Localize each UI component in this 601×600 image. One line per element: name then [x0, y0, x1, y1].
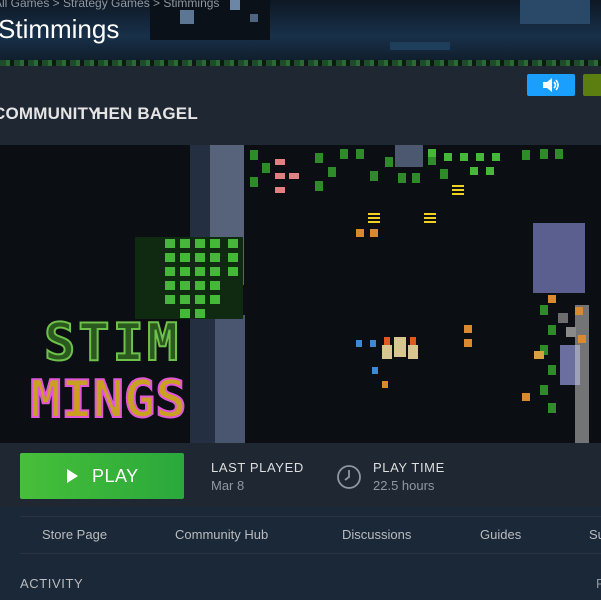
- play-time-label: PLAY TIME: [373, 460, 445, 475]
- clock-icon: [337, 465, 361, 489]
- game-title: Stimmings: [0, 14, 120, 44]
- play-button[interactable]: PLAY: [20, 453, 184, 499]
- activity-heading: ACTIVITY: [20, 576, 84, 591]
- breadcrumb[interactable]: All Games > Strategy Games > Stimmings: [0, 0, 219, 10]
- play-icon: [67, 469, 78, 483]
- svg-text:MINGS: MINGS: [30, 370, 187, 430]
- nav-hen-bagel[interactable]: HEN BAGEL: [96, 104, 198, 124]
- game-logo: STIM MINGS: [29, 312, 188, 431]
- last-played-label: LAST PLAYED: [211, 460, 304, 475]
- game-hero-image: STIM MINGS: [0, 145, 601, 443]
- subnav-guides[interactable]: Guides: [480, 527, 521, 542]
- subnav-store-page[interactable]: Store Page: [42, 527, 107, 542]
- speaker-icon: [543, 78, 559, 92]
- play-button-label: PLAY: [92, 465, 139, 486]
- nav-community[interactable]: COMMUNITY: [0, 104, 100, 124]
- last-played-value: Mar 8: [211, 478, 245, 493]
- svg-text:STIM: STIM: [44, 313, 181, 373]
- activity-right-heading: F: [596, 576, 601, 591]
- subnav-community-hub[interactable]: Community Hub: [175, 527, 268, 542]
- sound-button[interactable]: [527, 74, 575, 96]
- subnav-support[interactable]: Su: [589, 527, 601, 542]
- play-time-value: 22.5 hours: [373, 478, 435, 493]
- subnav-discussions[interactable]: Discussions: [342, 527, 411, 542]
- store-button[interactable]: [583, 74, 601, 96]
- game-scene: STIM MINGS: [29, 145, 589, 443]
